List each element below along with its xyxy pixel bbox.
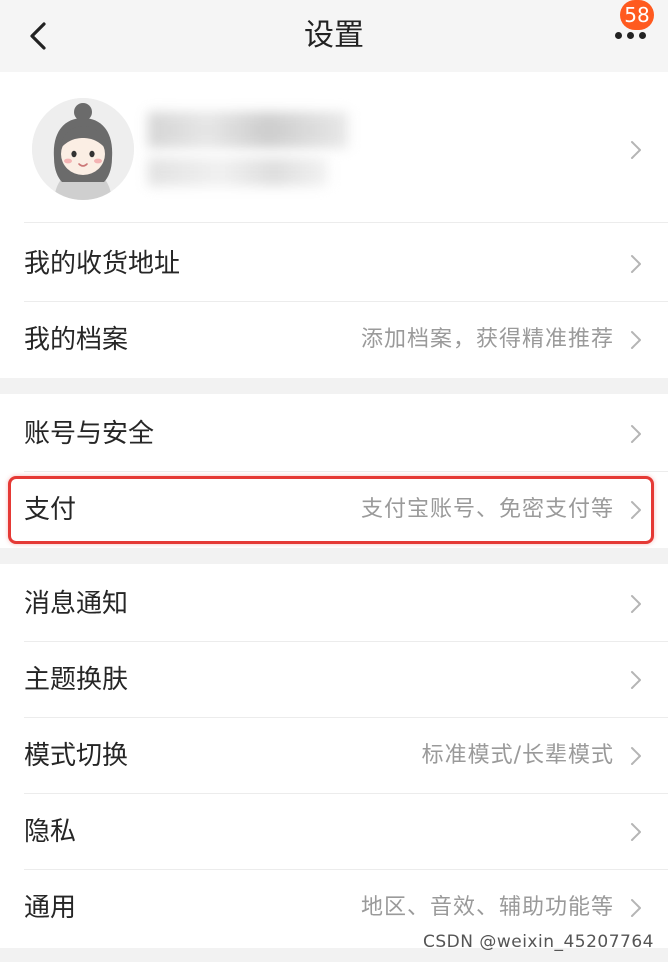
settings-item-mode[interactable]: 模式切换 标准模式/长辈模式 xyxy=(0,718,668,794)
more-button[interactable]: 58 xyxy=(596,0,656,58)
settings-item-archive[interactable]: 我的档案 添加档案，获得精准推荐 xyxy=(0,302,668,378)
more-dots-icon xyxy=(615,32,646,39)
settings-item-theme[interactable]: 主题换肤 xyxy=(0,642,668,718)
settings-item-account-security[interactable]: 账号与安全 xyxy=(0,396,668,472)
settings-item-notifications[interactable]: 消息通知 xyxy=(0,566,668,642)
chevron-right-icon xyxy=(631,331,641,349)
settings-item-hint: 添加档案，获得精准推荐 xyxy=(360,327,614,352)
chevron-right-icon xyxy=(631,501,641,519)
settings-item-label: 我的档案 xyxy=(24,325,129,355)
settings-item-payment[interactable]: 支付 支付宝账号、免密支付等 xyxy=(0,472,668,548)
settings-item-label: 支付 xyxy=(24,495,77,525)
settings-item-label: 隐私 xyxy=(24,817,77,847)
chevron-right-icon xyxy=(631,899,641,917)
settings-item-label: 通用 xyxy=(24,893,77,923)
divider xyxy=(24,222,668,223)
page-title: 设置 xyxy=(304,18,364,53)
settings-item-label: 账号与安全 xyxy=(24,419,155,449)
navigation-bar: 设置 58 xyxy=(0,0,668,72)
chevron-right-icon xyxy=(631,671,641,689)
avatar[interactable] xyxy=(32,98,134,200)
back-button[interactable] xyxy=(18,16,58,56)
chevron-right-icon xyxy=(631,255,641,273)
username-redacted xyxy=(148,112,348,148)
avatar-cartoon-girl xyxy=(32,98,134,200)
settings-item-hint: 标准模式/长辈模式 xyxy=(421,743,614,768)
notification-badge: 58 xyxy=(620,0,654,30)
chevron-right-icon xyxy=(631,823,641,841)
chevron-left-icon xyxy=(30,22,46,50)
settings-item-address[interactable]: 我的收货地址 xyxy=(0,226,668,302)
chevron-right-icon xyxy=(631,141,641,159)
settings-item-label: 主题换肤 xyxy=(24,665,129,695)
chevron-right-icon xyxy=(631,425,641,443)
settings-item-label: 我的收货地址 xyxy=(24,249,181,279)
account-redacted xyxy=(148,158,328,186)
settings-item-privacy[interactable]: 隐私 xyxy=(0,794,668,870)
settings-item-hint: 支付宝账号、免密支付等 xyxy=(360,497,614,522)
settings-item-label: 消息通知 xyxy=(24,589,129,619)
chevron-right-icon xyxy=(631,747,641,765)
chevron-right-icon xyxy=(631,595,641,613)
settings-item-label: 模式切换 xyxy=(24,741,129,771)
watermark: CSDN @weixin_45207764 xyxy=(422,932,654,952)
